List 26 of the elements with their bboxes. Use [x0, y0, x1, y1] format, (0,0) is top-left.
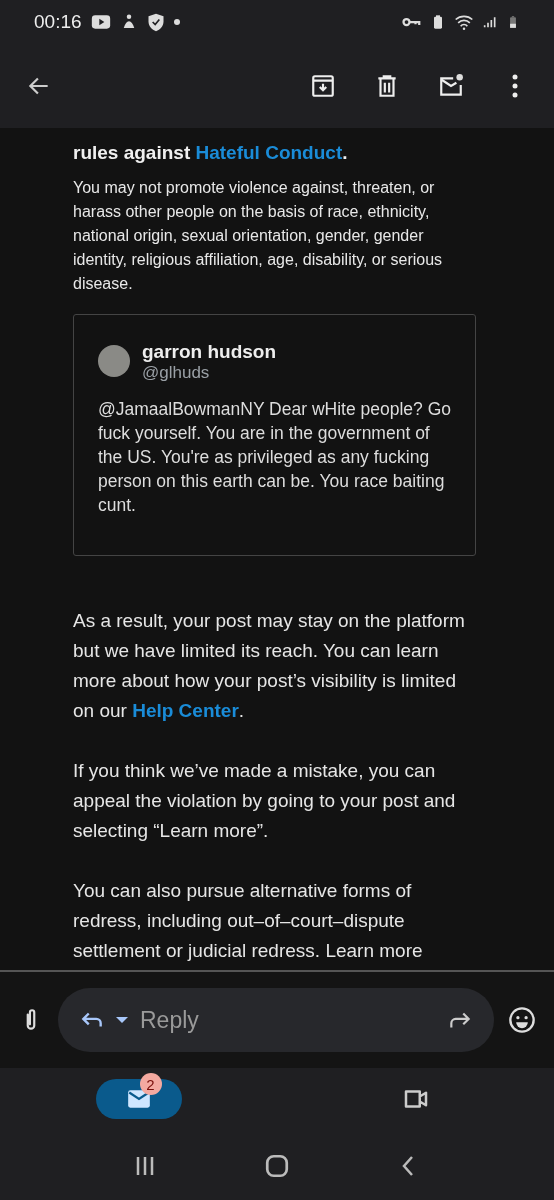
envelope-dot-icon: [437, 73, 465, 99]
caret-icon[interactable]: [116, 1017, 128, 1023]
status-time: 00:16: [34, 11, 82, 33]
home-button[interactable]: [264, 1153, 290, 1179]
post-text: @JamaalBowmanNY Dear wHite people? Go fuck yourself. You are in the government of the US. You're as privileged as any fucking person on this earth can be. You race baiting cunt.: [98, 398, 453, 517]
body-paragraph: As a result, your post may stay on the platform but we have limited its reach. You can learn more about how your post’s visibility is limited on our Help Center.: [73, 609, 466, 723]
author-name: garron hudson: [142, 341, 277, 363]
body-paragraph: You can also pursue alternative forms of redress, including out–of–court–dispute settlement or judicial redress. Learn more: [73, 879, 424, 963]
author-handle: @glhuds: [142, 363, 211, 383]
policy-text: You may not promote violence against, threaten, or harass other people on the basis of race, ethnicity, national origin, sexual orientation, gender, gender identity, religious affiliation, age, disability, or serious disease.: [73, 178, 444, 294]
home-icon: [264, 1153, 290, 1179]
dot-icon: [173, 19, 180, 25]
violation-heading: rules against Hateful Conduct.: [73, 142, 349, 164]
video-play-icon: [89, 12, 112, 32]
mail-tab[interactable]: [95, 1079, 182, 1119]
hateful-conduct-link[interactable]: Hateful Conduct: [195, 142, 343, 163]
reply-field[interactable]: Reply: [138, 1005, 436, 1035]
smiley-icon: [508, 1006, 536, 1034]
avatar: [98, 345, 130, 377]
emoji-button[interactable]: [508, 1006, 536, 1034]
archive-icon: [310, 73, 336, 99]
unread-count-badge: 2: [139, 1073, 162, 1095]
reply-box[interactable]: Reply: [58, 988, 494, 1052]
help-link[interactable]: Help Center: [132, 700, 239, 721]
more-vertical-icon: [512, 74, 518, 98]
body-paragraph: If you think we’ve made a mistake, you can appeal the violation by going to your post and selecting “Learn more”.: [73, 759, 457, 843]
